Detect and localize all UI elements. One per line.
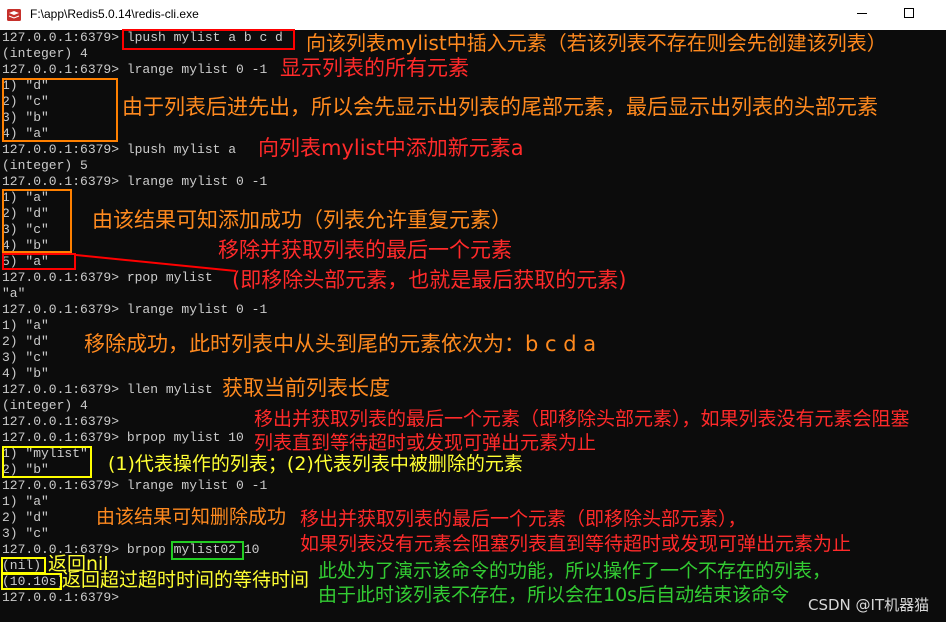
- watermark: CSDN @IT机器猫: [808, 596, 930, 614]
- minimize-button[interactable]: [839, 0, 885, 30]
- annotation-llen: 获取当前列表长度: [222, 376, 390, 400]
- annotation-delete-success: 由该结果可知删除成功: [96, 506, 287, 528]
- highlight-box-lpush-command: [122, 29, 295, 50]
- maximize-button[interactable]: [886, 0, 932, 30]
- annotation-timeout: 返回超过超时时间的等待时间: [62, 569, 310, 591]
- terminal-line: 127.0.0.1:6379> lrange mylist 0 -1: [2, 478, 268, 493]
- terminal-line: 127.0.0.1:6379> lrange mylist 0 -1: [2, 62, 268, 77]
- terminal-line: 127.0.0.1:6379> lrange mylist 0 -1: [2, 302, 268, 317]
- console-window: F:\app\Redis5.0.14\redis-cli.exe 127.0.0…: [0, 0, 946, 622]
- highlight-box-nonexistent-list: [171, 541, 244, 560]
- annotation-brpop-result: (1)代表操作的列表；(2)代表列表中被删除的元素: [108, 453, 523, 475]
- annotation-lifo-order: 由于列表后进先出，所以会先显示出列表的尾部元素，最后显示出列表的头部元素: [122, 95, 878, 119]
- terminal-line: 127.0.0.1:6379> lrange mylist 0 -1: [2, 174, 268, 189]
- terminal-line: 127.0.0.1:6379> llen mylist: [2, 382, 213, 397]
- annotation-lrange: 显示列表的所有元素: [280, 56, 469, 80]
- annotation-rpop: 移除并获取列表的最后一个元素: [218, 238, 512, 262]
- highlight-box-first-lrange-result: [2, 78, 118, 142]
- highlight-box-brpop-result: [2, 446, 92, 478]
- terminal-line: 4) "b": [2, 366, 49, 381]
- annotation-add-success: 由该结果可知添加成功（列表允许重复元素）: [92, 208, 512, 232]
- terminal-line: 1) "d": [2, 78, 49, 93]
- minimize-icon: [857, 13, 867, 14]
- connector-line: [75, 254, 237, 272]
- annotation-rpop-detail: (即移除头部元素，也就是最后获取的元素): [232, 268, 627, 292]
- terminal-line: (integer) 5: [2, 158, 88, 173]
- redis-icon: [6, 7, 22, 23]
- annotation-demo-2: 由于此时该列表不存在，所以会在10s后自动结束该命令: [318, 584, 790, 606]
- highlight-box-nil: [1, 557, 46, 574]
- annotation-add-element: 向列表mylist中添加新元素a: [258, 136, 524, 160]
- window-title: F:\app\Redis5.0.14\redis-cli.exe: [30, 7, 199, 21]
- annotation-remove-success: 移除成功，此时列表中从头到尾的元素依次为：b c d a: [84, 332, 597, 356]
- annotation-brpop-4: 如果列表没有元素会阻塞列表直到等待超时或发现可弹出元素为止: [300, 533, 852, 555]
- annotation-brpop-3: 移出并获取列表的最后一个元素（即移除头部元素），: [300, 508, 747, 530]
- title-bar[interactable]: F:\app\Redis5.0.14\redis-cli.exe: [0, 0, 946, 30]
- annotation-demo-1: 此处为了演示该命令的功能，所以操作了一个不存在的列表，: [318, 560, 832, 582]
- terminal-line: 1) "a": [2, 190, 49, 205]
- annotation-lpush: 向该列表mylist中插入元素（若该列表不存在则会先创建该列表）: [306, 31, 887, 55]
- maximize-icon: [904, 8, 914, 18]
- annotation-brpop-2: 列表直到等待超时或发现可弹出元素为止: [254, 432, 597, 454]
- annotation-brpop-1: 移出并获取列表的最后一个元素（即移除头部元素），如果列表没有元素会阻塞: [254, 408, 910, 430]
- highlight-box-second-lrange-result: [2, 189, 72, 253]
- highlight-box-last-element: [2, 253, 76, 270]
